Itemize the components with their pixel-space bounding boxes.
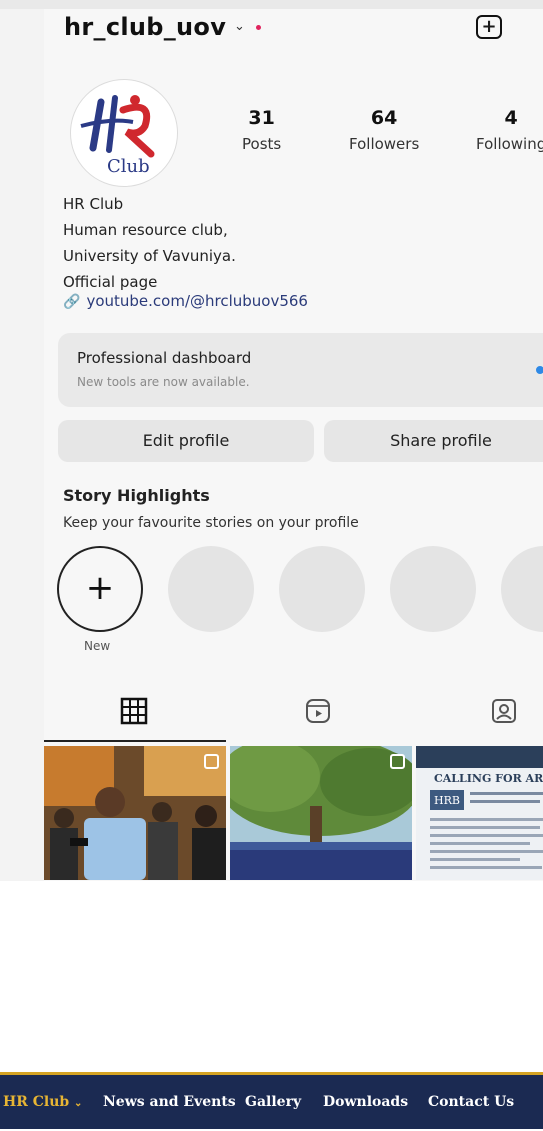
highlights-title: Story Highlights <box>63 486 210 505</box>
active-tab-indicator <box>44 740 226 742</box>
new-highlight-button[interactable]: + <box>57 546 143 632</box>
stat-followers-value: 64 <box>370 107 398 129</box>
stat-posts[interactable]: 31 Posts <box>242 107 281 153</box>
dashboard-subtitle: New tools are now available. <box>77 375 250 389</box>
post-image <box>44 746 226 880</box>
highlight-placeholder <box>501 546 543 632</box>
nav-contact-us[interactable]: Contact Us <box>428 1094 514 1110</box>
nav-hr-club-label[interactable]: HR Club <box>3 1094 69 1110</box>
highlight-placeholder <box>390 546 476 632</box>
link-icon: 🔗 <box>63 294 81 310</box>
add-post-icon[interactable]: + <box>476 15 502 39</box>
highlight-placeholder <box>168 546 254 632</box>
poster-heading: CALLING FOR ART <box>434 772 543 785</box>
nav-gallery[interactable]: Gallery <box>245 1094 301 1110</box>
nav-news-and-events[interactable]: News and Events <box>103 1094 236 1110</box>
stat-posts-value: 31 <box>248 107 275 129</box>
site-navigation-bar: HR Club ⌄ News and Events Gallery Downlo… <box>0 1072 543 1129</box>
hr-club-logo: Club <box>80 95 155 177</box>
new-highlight-label: New <box>84 639 111 653</box>
stat-following-label: Following <box>476 135 543 153</box>
tagged-icon[interactable] <box>490 697 518 725</box>
post-image: CALLING FOR ART HRB <box>416 746 543 880</box>
chevron-down-icon: ⌄ <box>74 1098 83 1109</box>
post-thumbnail[interactable] <box>230 746 412 880</box>
profile-bio: HR Club Human resource club, University … <box>63 191 236 295</box>
bio-line: University of Vavuniya. <box>63 247 236 265</box>
reels-icon[interactable] <box>304 697 332 725</box>
browser-top-strip <box>0 0 543 9</box>
highlight-placeholder <box>279 546 365 632</box>
stat-following-value: 4 <box>504 107 518 129</box>
stat-followers[interactable]: 64 Followers <box>349 107 419 153</box>
multiple-photos-icon <box>390 754 405 769</box>
stat-posts-label: Posts <box>242 135 282 153</box>
poster-logo: HRB <box>434 794 460 807</box>
edit-profile-button[interactable]: Edit profile <box>58 420 314 462</box>
avatar[interactable]: Club <box>70 79 178 187</box>
avatar-text: Club <box>107 156 150 177</box>
instagram-profile-screenshot: hr_club_uov ⌄ + ⋮ Club 31 Posts 64 Follo… <box>44 9 543 881</box>
multiple-photos-icon <box>204 754 219 769</box>
dashboard-new-dot <box>536 366 543 374</box>
bio-line: Human resource club, <box>63 221 228 239</box>
profile-link-text[interactable]: youtube.com/@hrclubuov566 <box>86 292 308 310</box>
bio-line: HR Club <box>63 195 124 213</box>
nav-hr-club[interactable]: HR Club ⌄ <box>3 1094 82 1110</box>
post-image <box>230 746 412 880</box>
stat-followers-label: Followers <box>349 135 420 153</box>
nav-downloads[interactable]: Downloads <box>323 1094 408 1110</box>
post-thumbnail[interactable]: CALLING FOR ART HRB <box>416 746 543 880</box>
stat-following[interactable]: 4 Following <box>476 107 543 153</box>
notification-dot <box>256 25 261 30</box>
highlights-subtitle: Keep your favourite stories on your prof… <box>63 515 359 531</box>
share-profile-button[interactable]: Share profile <box>324 420 543 462</box>
menu-icon[interactable]: ⋮ <box>534 11 543 36</box>
profile-username[interactable]: hr_club_uov <box>64 13 226 41</box>
professional-dashboard[interactable]: Professional dashboard New tools are now… <box>58 333 543 407</box>
post-thumbnail[interactable] <box>44 746 226 880</box>
dashboard-title: Professional dashboard <box>77 349 252 367</box>
grid-icon[interactable] <box>120 697 148 725</box>
chevron-down-icon[interactable]: ⌄ <box>234 19 245 34</box>
profile-link[interactable]: 🔗 youtube.com/@hrclubuov566 <box>63 292 308 310</box>
left-margin <box>0 9 44 881</box>
